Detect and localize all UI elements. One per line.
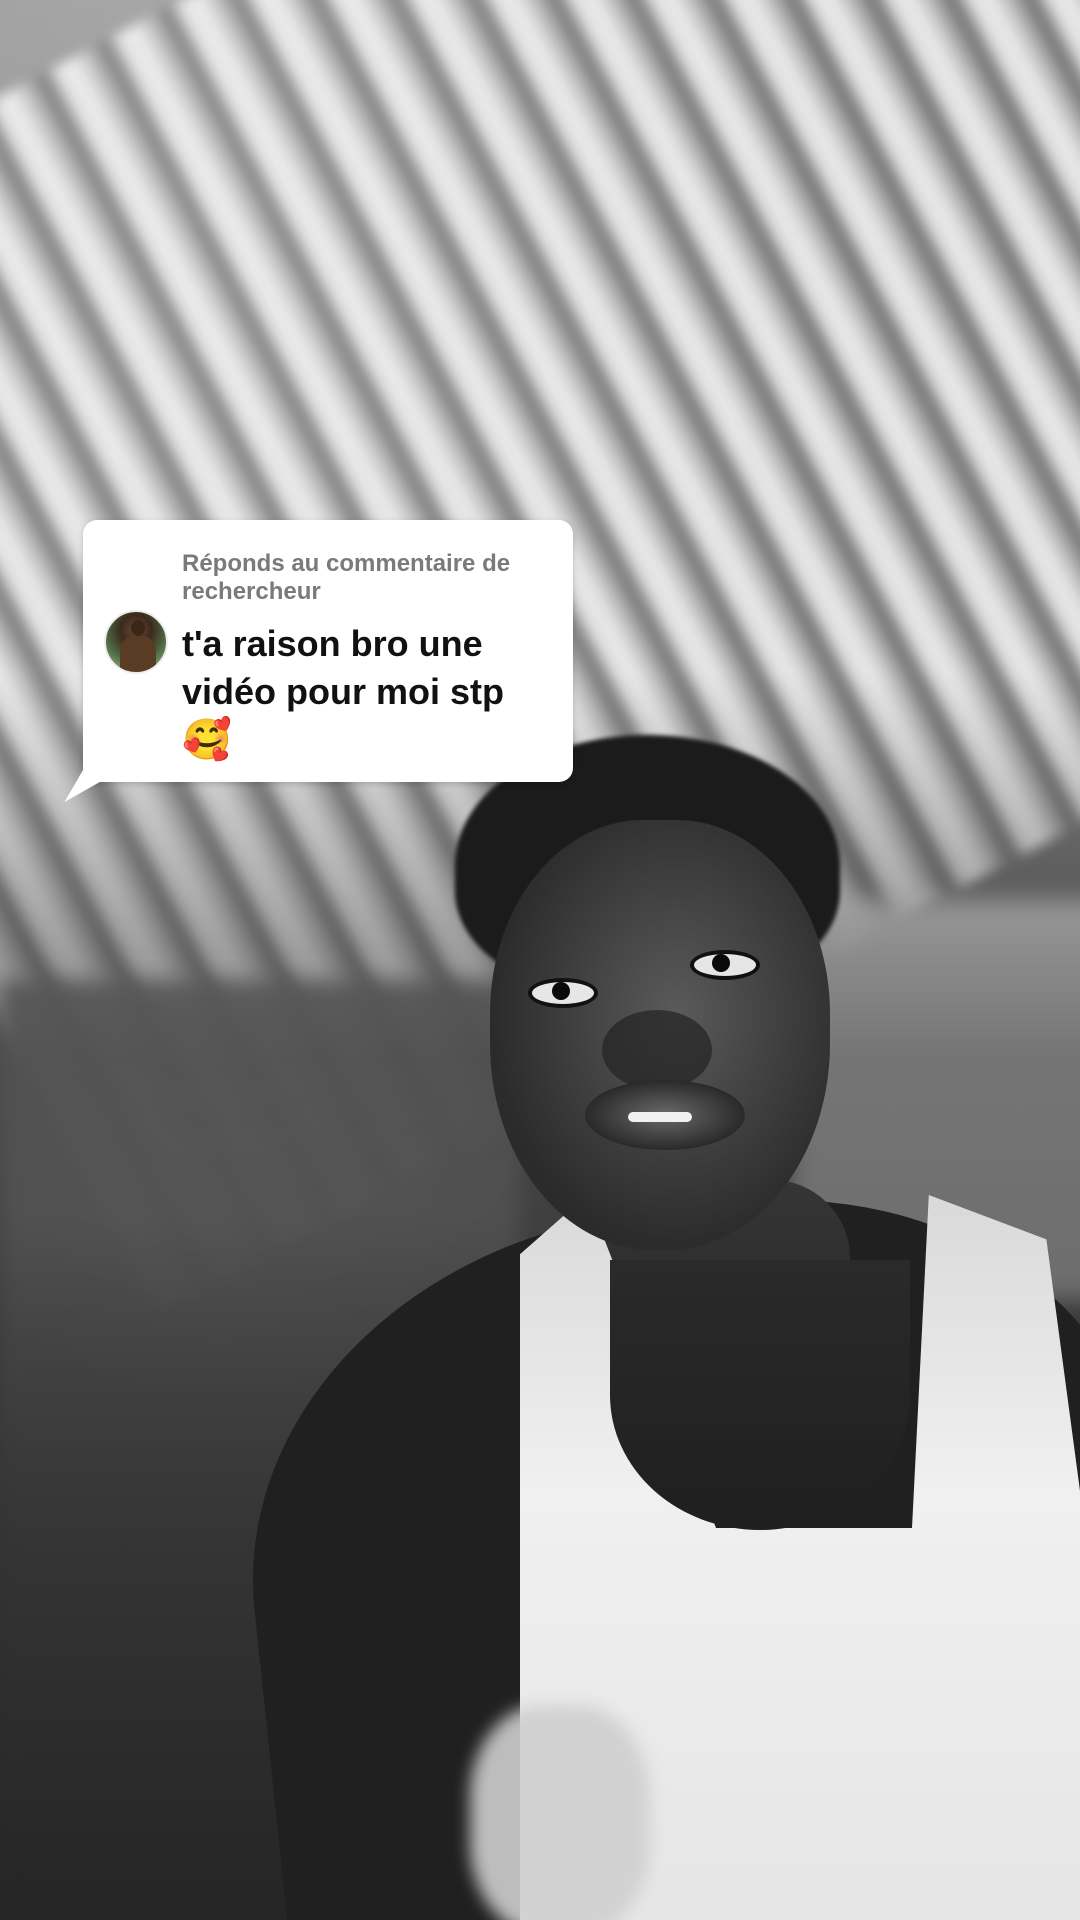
comment-reply-sticker[interactable]: Réponds au commentaire de rechercheur t'… (83, 520, 573, 782)
tank-top-neckline (610, 1260, 910, 1530)
person-portrait (0, 0, 1080, 1920)
video-frame[interactable]: Réponds au commentaire de rechercheur t'… (0, 0, 1080, 1920)
left-pupil (552, 982, 570, 1000)
smiling-hearts-emoji-icon: 🥰 (182, 717, 232, 763)
person-teeth (628, 1112, 692, 1122)
user-avatar-icon[interactable] (104, 610, 168, 674)
reply-header-text: Réponds au commentaire de rechercheur (182, 550, 511, 605)
avatar-body (120, 636, 156, 672)
reply-comment-text: t'a raison bro une vidéo pour moi stp (182, 623, 505, 712)
reply-comment-text-container: t'a raison bro une vidéo pour moi stp 🥰 (182, 620, 547, 765)
person-nose (602, 1010, 712, 1090)
right-pupil (712, 954, 730, 972)
blurred-hand (470, 1705, 650, 1920)
avatar-head (131, 620, 145, 636)
